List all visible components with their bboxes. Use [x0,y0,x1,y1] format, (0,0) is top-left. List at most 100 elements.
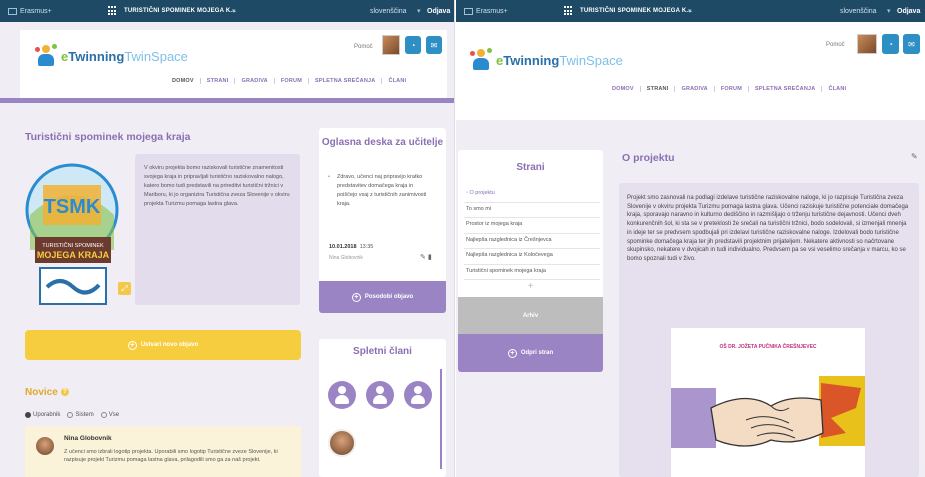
edit-icon[interactable]: ✎ [911,152,918,161]
board-time: 13:35 [359,244,374,250]
svg-text:TSMK: TSMK [44,196,101,218]
help-icon[interactable]: ? [60,388,69,397]
nav-pages[interactable]: STRANI [641,86,676,92]
pages-list: ◦ O projektu To smo mi Prostor iz mojega… [464,187,600,280]
open-page-button[interactable]: + Odpri stran [458,334,603,372]
nav-online-meetings[interactable]: SPLETNA SREČANJA [309,78,383,84]
members-row [328,381,432,409]
apps-grid-icon[interactable] [564,6,574,16]
board-title: Oglasna deska za učitelje [321,137,444,148]
trash-icon[interactable]: ▮ [428,254,432,261]
project-switcher[interactable]: TURISTIČNI SPOMINEK MOJEGA K... [580,8,692,14]
language-select[interactable]: slovenščina [370,8,407,15]
page-link[interactable]: Najlepša razglednica iz Črešnjevca [464,234,600,249]
erasmus-brand[interactable]: Erasmus+ [464,7,508,15]
apps-grid-icon[interactable] [108,6,118,16]
filter-system[interactable]: Sistem [67,412,94,418]
chevron-down-icon[interactable]: ▾ [688,7,692,15]
plus-circle-icon: + [127,340,137,350]
logout-link[interactable]: Odjava [897,8,920,15]
open-page-label: Odpri stran [520,350,554,356]
mail-icon[interactable]: ✉ [903,34,920,54]
chevron-down-icon[interactable]: ▾ [232,7,236,15]
create-post-label: Ustvari novo objavo [140,342,199,348]
members-title: Spletni člani [353,346,412,357]
help-link[interactable]: Pomoč [354,44,373,50]
edit-image-icon[interactable]: ⤢ [118,282,131,295]
chevron-down-icon[interactable]: ▾ [417,7,421,15]
user-icon[interactable] [366,381,394,409]
badge-text-bottom: MOJEGA KRAJA [37,250,110,260]
chevron-down-icon[interactable]: ▾ [887,7,891,15]
plus-circle-icon: + [507,348,517,358]
members-scrollbar[interactable] [440,369,442,469]
language-select[interactable]: slovenščina [840,8,877,15]
nav-online-meetings[interactable]: SPLETNA SREČANJA [749,86,823,92]
logo-twinspace: TwinSpace [124,48,188,64]
board-date-value: 10.01.2018 [329,244,357,250]
nav-forum[interactable]: FORUM [275,78,309,84]
nav-home[interactable]: DOMOV [606,86,641,92]
post-text: Z učenci smo izbrali logotip projekta. U… [64,449,278,463]
filter-user[interactable]: Uporabnik [25,412,60,418]
avatar[interactable] [857,34,877,54]
notifications-icon[interactable]: ◔ [405,36,421,54]
news-post: Nina Globovnik Z učenci smo izbrali logo… [25,426,301,477]
user-icon[interactable] [404,381,432,409]
user-icon[interactable] [328,381,356,409]
filter-all-label: Vse [108,412,120,418]
top-bar: Erasmus+ TURISTIČNI SPOMINEK MOJEGA K...… [0,0,454,22]
board-date: 10.01.2018 13:35 [329,244,373,250]
help-link[interactable]: Pomoč [826,42,845,48]
page-link[interactable]: Turistični spominek mojega kraja [464,265,600,280]
nav-members[interactable]: ČLANI [822,86,852,92]
bullet-icon: • [328,174,330,180]
filter-all[interactable]: Vse [100,412,120,418]
page-link[interactable]: ◦ O projektu [464,187,600,203]
avatar[interactable] [382,35,400,55]
mail-icon[interactable]: ✉ [426,36,442,54]
avatar[interactable] [36,437,54,455]
notifications-icon[interactable]: ◔ [882,34,899,54]
project-switcher[interactable]: TURISTIČNI SPOMINEK MOJEGA K... [124,8,236,14]
online-members-panel: Spletni člani [319,339,446,477]
pages-title: Strani [516,162,545,173]
nav-pages[interactable]: STRANI [201,78,236,84]
brand-label: Erasmus+ [20,7,52,15]
edit-icon[interactable]: ✎ [420,254,426,261]
news-title: Novice [25,387,58,398]
update-notice-label: Posodobi objavo [364,294,414,300]
radio-selected-icon [25,412,31,418]
avatar[interactable] [328,429,356,457]
etwinning-logo[interactable]: eTwinningTwinSpace [470,48,623,72]
nav-materials[interactable]: GRADIVA [235,78,275,84]
nav-forum[interactable]: FORUM [715,86,749,92]
add-page-icon[interactable]: + [458,281,603,292]
news-filter: Uporabnik Sistem Vse [25,412,119,418]
about-content: Projekt smo zasnovali na podlagi izdelav… [619,183,919,477]
nav-materials[interactable]: GRADIVA [675,86,715,92]
project-title: Turistični spominek mojega kraja [25,131,191,143]
top-bar: Erasmus+ TURISTIČNI SPOMINEK MOJEGA K...… [456,0,925,22]
board-message-text: Zdravo, učenci naj pripravijo kratko pre… [337,174,427,207]
erasmus-brand[interactable]: Erasmus+ [8,7,52,15]
news-heading: Novice? [25,387,69,398]
page-link[interactable]: Najlepša razglednica iz Koločevega [464,249,600,265]
page-link[interactable]: To smo mi [464,203,600,218]
page-link[interactable]: Prostor iz mojega kraja [464,218,600,234]
post-author[interactable]: Nina Globovnik [64,435,112,442]
archive-button[interactable]: Arhiv [458,297,603,334]
radio-icon [100,412,107,418]
nav-home[interactable]: DOMOV [166,78,201,84]
etwinning-figure-icon [470,48,492,72]
create-post-button[interactable]: + Ustvari novo objavo [25,330,301,360]
logout-link[interactable]: Odjava [427,8,450,15]
etwinning-logo[interactable]: eTwinningTwinSpace [35,44,188,68]
site-header: eTwinningTwinSpace Pomoč ◔ ✉ DOMOV STRAN… [456,22,925,120]
page-link-label: O projektu [469,190,495,196]
main-nav: DOMOV STRANI GRADIVA FORUM SPLETNA SREČA… [606,86,852,92]
update-notice-button[interactable]: + Posodobi objavo [319,281,446,313]
teacher-notice-board: Oglasna deska za učitelje • Zdravo, učen… [319,128,446,313]
right-screenshot: Erasmus+ TURISTIČNI SPOMINEK MOJEGA K...… [456,0,925,477]
nav-members[interactable]: ČLANI [382,78,412,84]
